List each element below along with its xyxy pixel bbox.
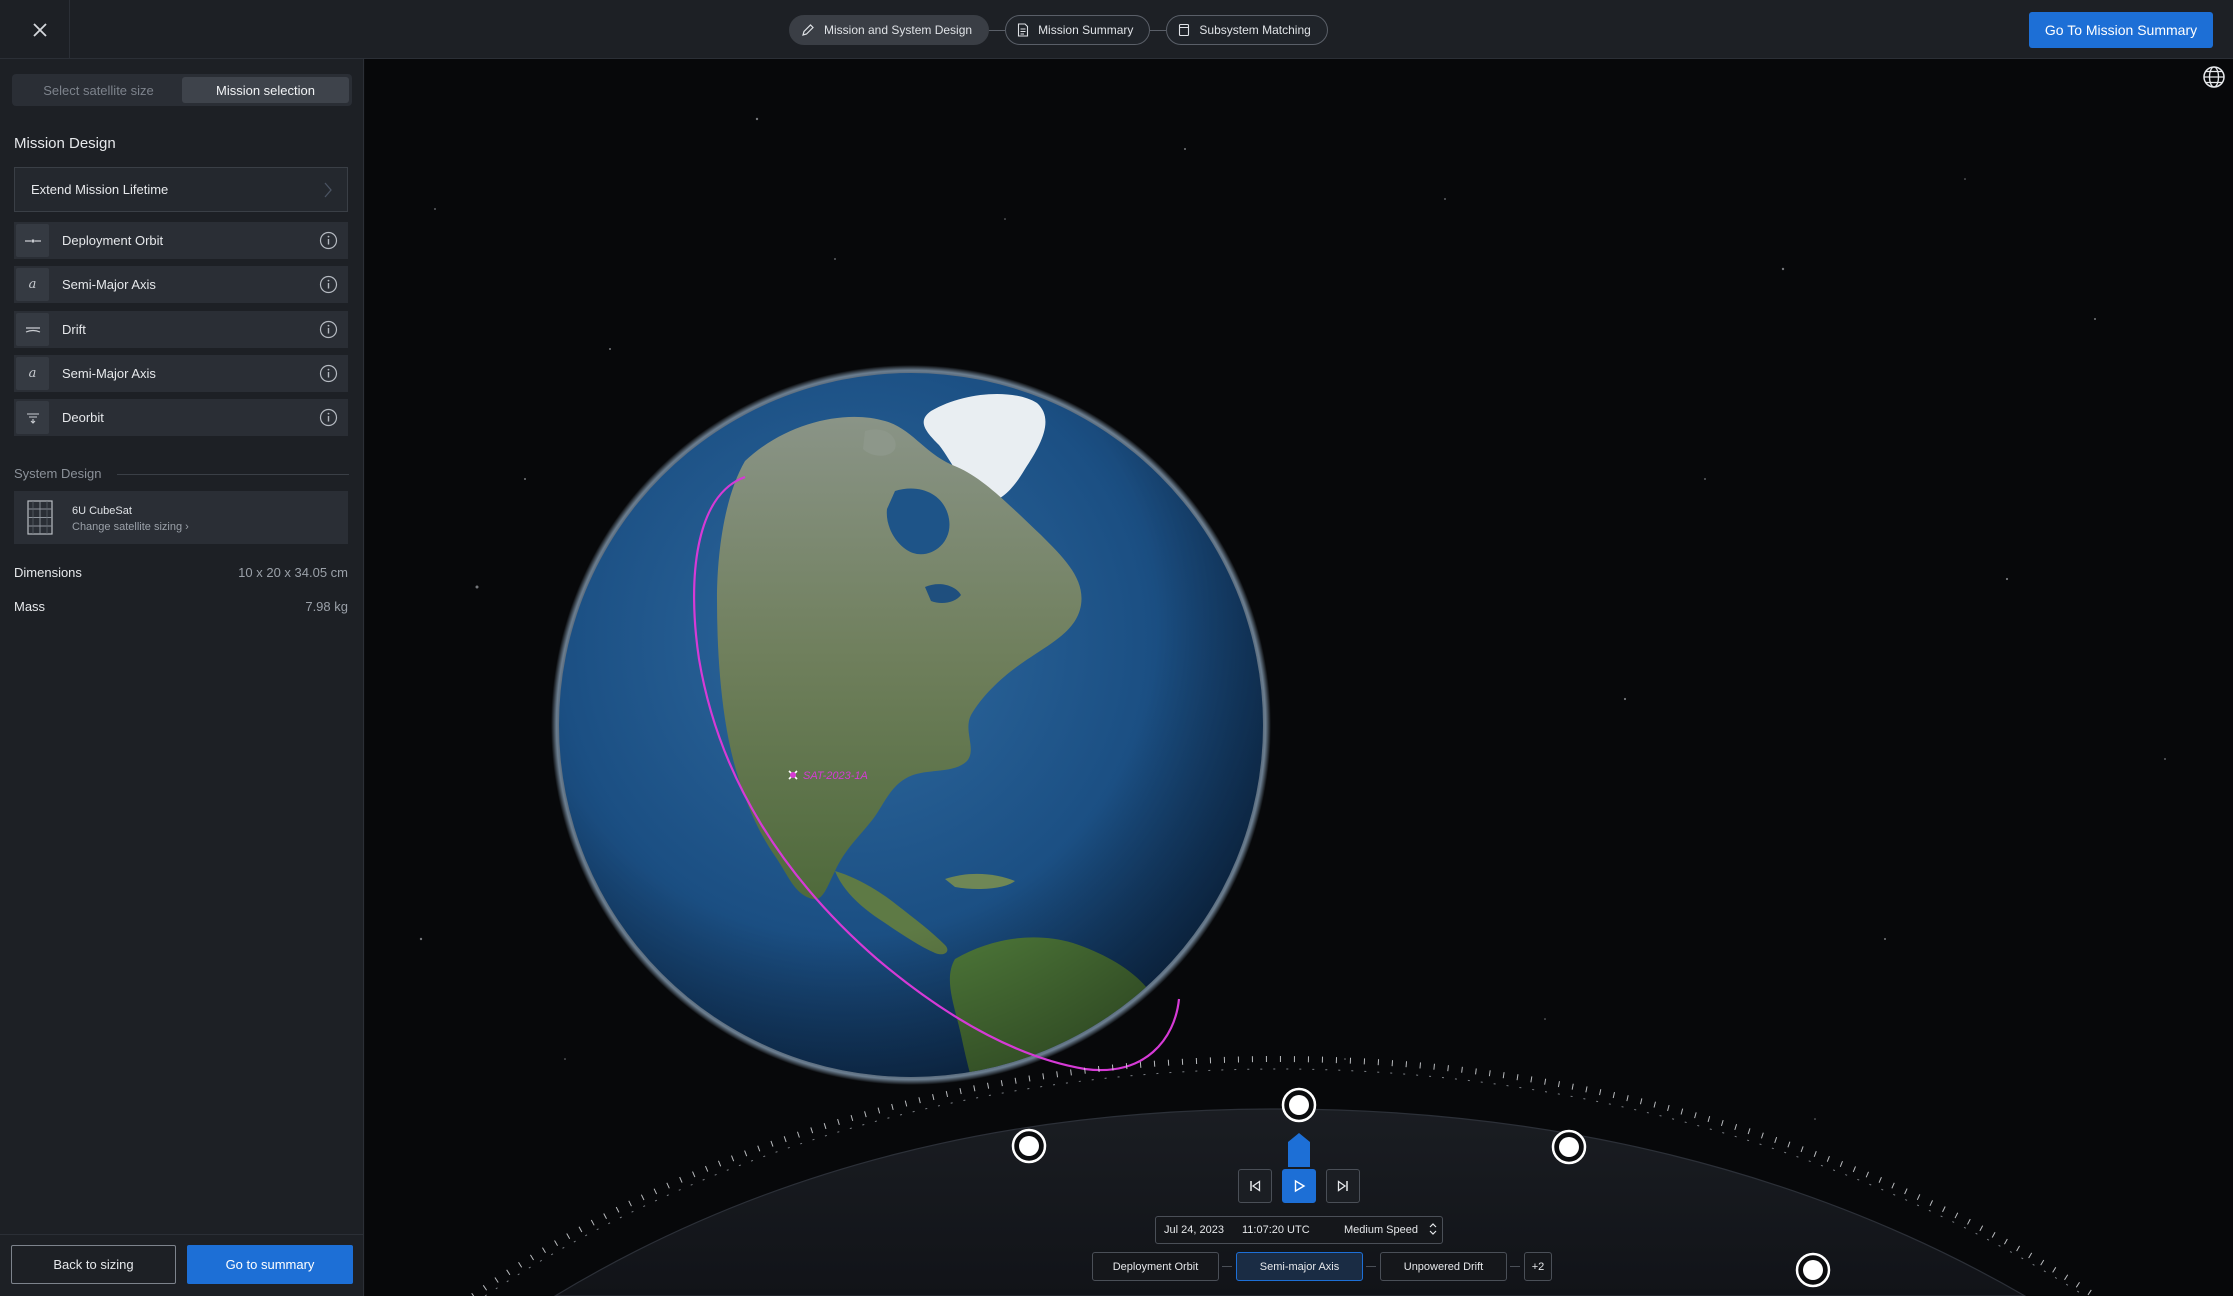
orbit-icon <box>16 224 49 257</box>
phase-label: Semi-Major Axis <box>62 366 156 381</box>
system-design-heading: System Design <box>14 466 102 481</box>
spec-row-dimensions: Dimensions 10 x 20 x 34.05 cm <box>14 565 348 580</box>
phase-deployment-orbit[interactable]: Deployment Orbit <box>14 222 348 259</box>
step-connector <box>1150 29 1167 31</box>
cubesat-icon <box>27 500 53 535</box>
milestone-marker <box>1795 1252 1831 1288</box>
spec-value: 7.98 kg <box>305 599 348 614</box>
more-phases-chip[interactable]: +2 <box>1524 1252 1552 1281</box>
play-button[interactable] <box>1282 1169 1316 1203</box>
link-label: Change satellite sizing <box>72 521 183 533</box>
extend-mission-lifetime-button[interactable]: Extend Mission Lifetime <box>14 167 348 212</box>
chip-connector <box>1222 1266 1232 1267</box>
info-icon[interactable] <box>319 231 338 253</box>
step-mission-system-design[interactable]: Mission and System Design <box>789 15 990 45</box>
satellite-label: SAT-2023-1A <box>803 770 868 782</box>
speed-select[interactable]: Medium Speed <box>1344 1224 1428 1236</box>
tab-select-satellite-size[interactable]: Select satellite size <box>15 77 182 103</box>
step-label: Subsystem Matching <box>1199 23 1311 37</box>
phase-chip-semi-major-axis[interactable]: Semi-major Axis <box>1236 1252 1363 1281</box>
info-icon[interactable] <box>319 364 338 386</box>
divider <box>117 474 349 475</box>
time-control[interactable]: Jul 24, 2023 11:07:20 UTC Medium Speed <box>1155 1216 1443 1244</box>
info-icon[interactable] <box>319 320 338 342</box>
cube-icon <box>1178 23 1190 37</box>
milestone-marker <box>1551 1129 1587 1165</box>
pencil-icon <box>801 23 815 37</box>
phase-label: Deorbit <box>62 410 104 425</box>
go-to-mission-summary-button[interactable]: Go To Mission Summary <box>2029 12 2213 48</box>
spec-value: 10 x 20 x 34.05 cm <box>238 565 348 580</box>
chip-connector <box>1510 1266 1520 1267</box>
date-readout: Jul 24, 2023 <box>1164 1224 1224 1236</box>
info-icon[interactable] <box>319 408 338 430</box>
phase-chip-deployment-orbit[interactable]: Deployment Orbit <box>1092 1252 1219 1281</box>
mission-design-heading: Mission Design <box>14 135 116 152</box>
top-bar: Mission and System Design Mission Summar… <box>0 0 2233 59</box>
phase-label: Semi-Major Axis <box>62 277 156 292</box>
semi-major-axis-icon: a <box>16 357 49 390</box>
tab-mission-selection[interactable]: Mission selection <box>182 77 349 103</box>
phase-semi-major-axis[interactable]: a Semi-Major Axis <box>14 266 348 303</box>
satellite-card: 6U CubeSat Change satellite sizing › <box>14 491 348 544</box>
phase-semi-major-axis-2[interactable]: a Semi-Major Axis <box>14 355 348 392</box>
change-satellite-sizing-link[interactable]: Change satellite sizing › <box>72 521 189 533</box>
step-label: Mission and System Design <box>824 23 973 37</box>
wizard-steps: Mission and System Design Mission Summar… <box>789 15 1328 45</box>
globe-view-button[interactable] <box>2199 62 2229 92</box>
skip-back-button[interactable] <box>1238 1169 1272 1203</box>
close-button[interactable] <box>22 14 58 46</box>
divider <box>0 1234 364 1235</box>
skip-back-icon <box>1250 1180 1261 1192</box>
phase-chip-unpowered-drift[interactable]: Unpowered Drift <box>1380 1252 1507 1281</box>
step-label: Mission Summary <box>1038 23 1134 37</box>
step-mission-summary[interactable]: Mission Summary <box>1005 15 1151 45</box>
spec-row-mass: Mass 7.98 kg <box>14 599 348 614</box>
divider <box>69 0 70 59</box>
close-icon <box>33 23 47 37</box>
semi-major-axis-icon: a <box>16 268 49 301</box>
globe-scene: SAT-2023-1A <box>419 117 2166 1296</box>
time-readout: 11:07:20 UTC <box>1242 1224 1310 1236</box>
globe-viewport[interactable]: SAT-2023-1A Jul 24, 2023 11:07:20 UTC Me… <box>365 59 2233 1296</box>
globe-icon <box>2203 66 2225 88</box>
phase-label: Deployment Orbit <box>62 233 164 248</box>
extend-label: Extend Mission Lifetime <box>31 182 169 197</box>
back-to-sizing-button[interactable]: Back to sizing <box>11 1245 176 1284</box>
phase-label: Drift <box>62 322 86 337</box>
go-to-summary-button[interactable]: Go to summary <box>187 1245 353 1284</box>
skip-forward-icon <box>1337 1180 1348 1192</box>
panel-tabs: Select satellite size Mission selection <box>12 74 352 106</box>
step-connector <box>989 29 1006 31</box>
milestone-marker <box>1011 1128 1047 1164</box>
speed-stepper-icon[interactable] <box>1428 1221 1438 1240</box>
mission-panel: Select satellite size Mission selection … <box>0 59 364 1296</box>
deorbit-icon <box>16 401 49 434</box>
chevron-right-icon: › <box>185 521 189 533</box>
chip-connector <box>1366 1266 1376 1267</box>
phase-deorbit[interactable]: Deorbit <box>14 399 348 436</box>
skip-forward-button[interactable] <box>1326 1169 1360 1203</box>
spec-key: Dimensions <box>14 565 82 580</box>
play-icon <box>1294 1179 1306 1193</box>
satellite-name: 6U CubeSat <box>72 505 132 517</box>
earth-terminator <box>559 373 1263 1077</box>
phase-drift[interactable]: Drift <box>14 311 348 348</box>
info-icon[interactable] <box>319 275 338 297</box>
spec-key: Mass <box>14 599 46 614</box>
step-subsystem-matching[interactable]: Subsystem Matching <box>1166 15 1328 45</box>
document-icon <box>1017 23 1029 37</box>
milestone-marker <box>1281 1087 1317 1123</box>
drift-icon <box>16 313 49 346</box>
chevron-right-icon <box>323 181 333 202</box>
